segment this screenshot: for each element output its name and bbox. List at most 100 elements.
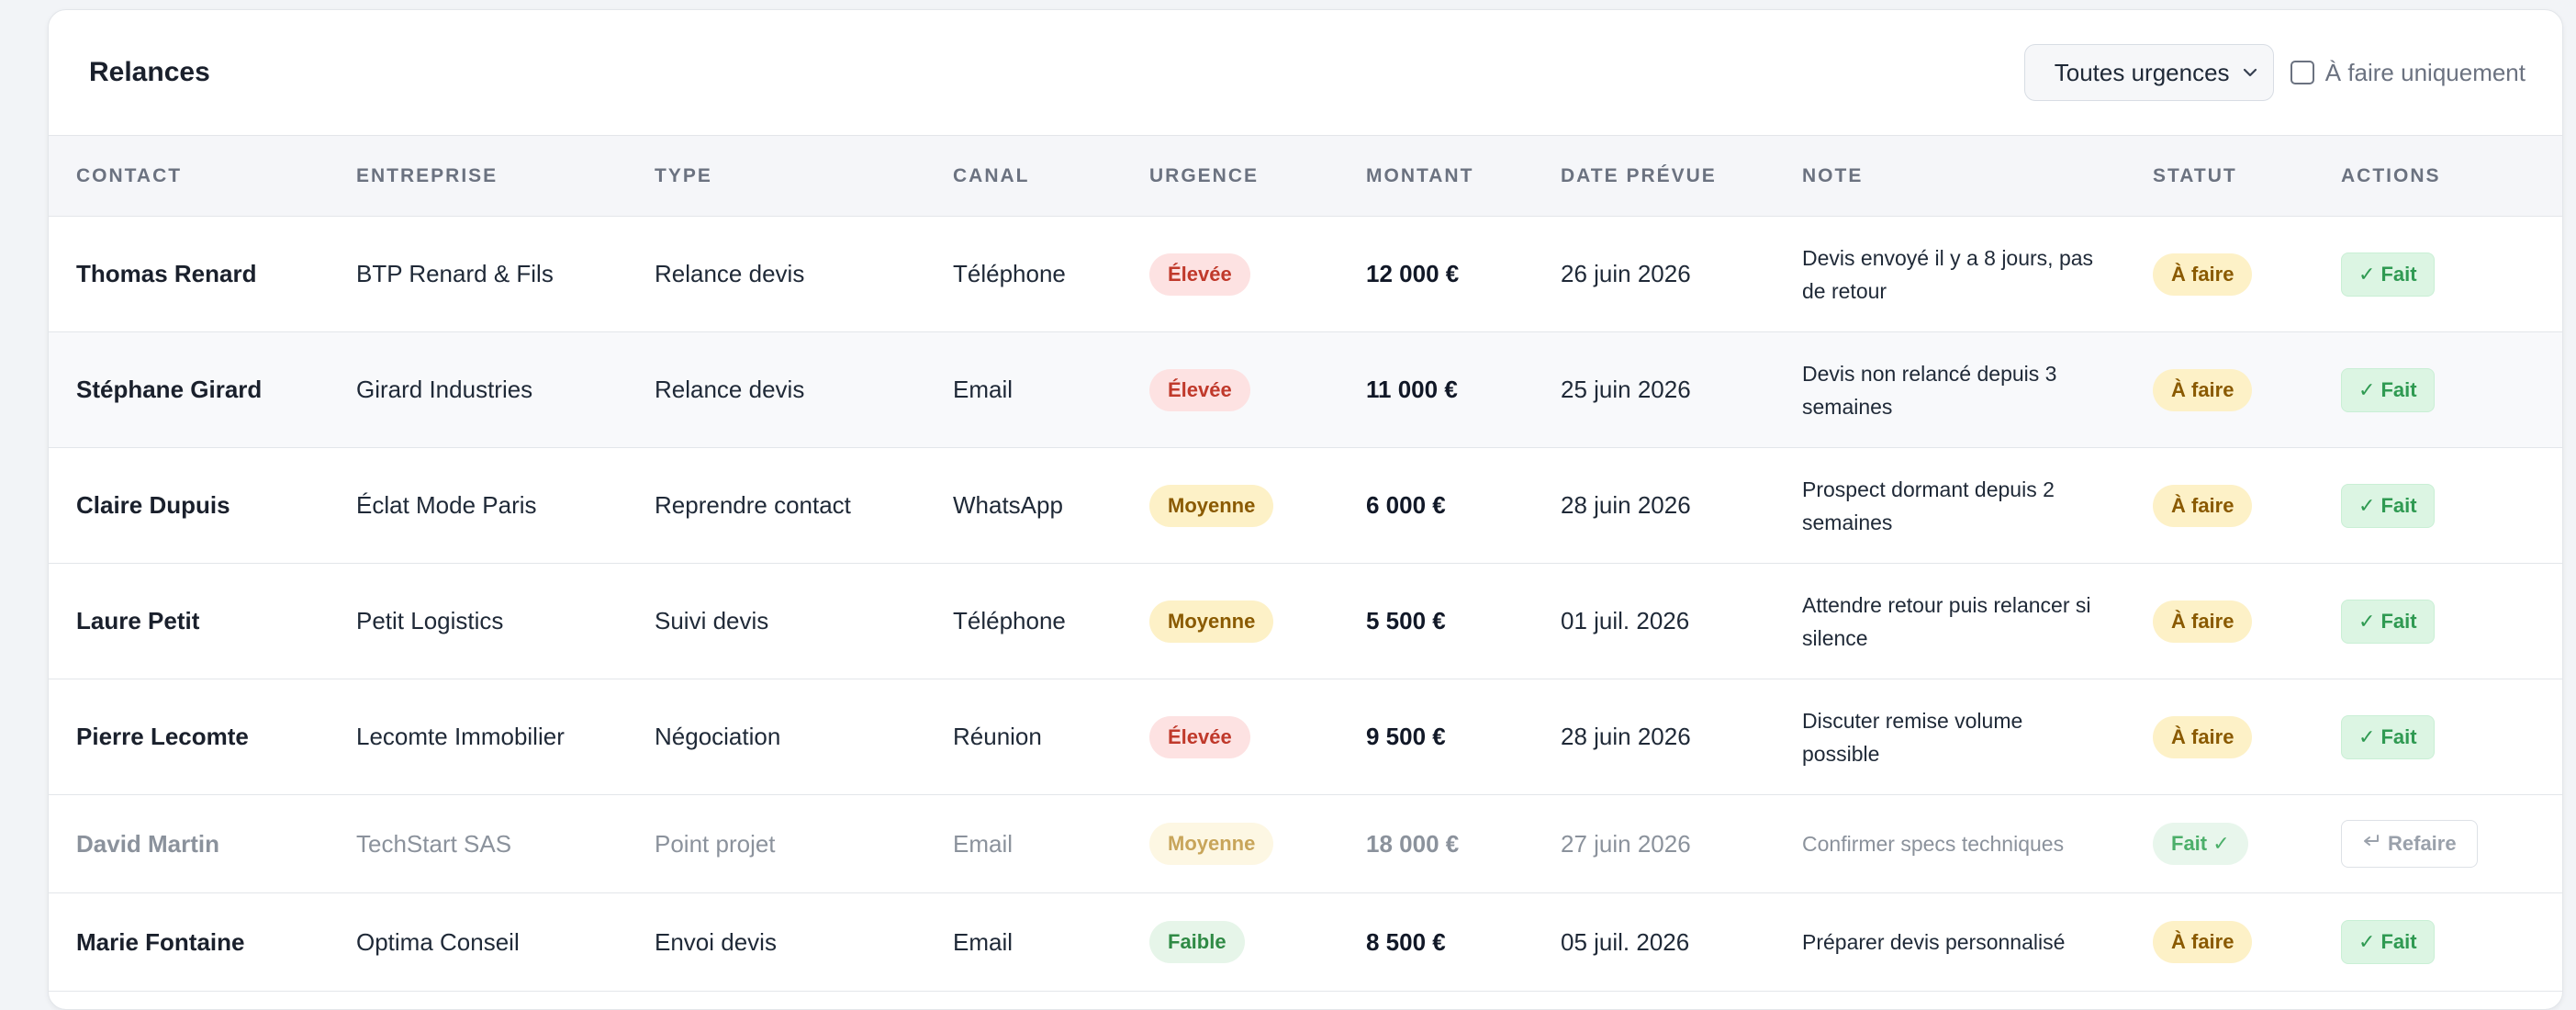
relances-table: Contact Entreprise Type Canal Urgence Mo… [49, 135, 2562, 992]
note: Discuter remise volume possible [1802, 708, 2023, 766]
contact-name: David Martin [76, 829, 220, 858]
col-type[interactable]: Type [627, 136, 925, 217]
company-name: Optima Conseil [356, 927, 520, 956]
check-icon: ✓ [2358, 493, 2376, 517]
company-name: Lecomte Immobilier [356, 723, 565, 750]
note: Attendre retour puis relancer si silence [1802, 592, 2091, 650]
relances-card: Relances Toutes urgences À faire uniquem… [48, 9, 2563, 1010]
contact-name: Stéphane Girard [76, 376, 263, 403]
urgency-badge: Moyenne [1149, 823, 1274, 865]
followup-type: Suivi devis [655, 607, 769, 634]
mark-done-label: Fait [2380, 930, 2417, 953]
company-name: TechStart SAS [356, 829, 512, 858]
urgency-badge: Faible [1149, 921, 1245, 963]
followup-type: Envoi devis [655, 927, 777, 956]
followup-type: Reprendre contact [655, 491, 851, 519]
table-row: Stéphane Girard Girard Industries Relanc… [49, 331, 2562, 448]
col-channel[interactable]: Canal [925, 136, 1122, 217]
redo-arrow-icon [2362, 832, 2380, 856]
company-name: BTP Renard & Fils [356, 260, 554, 287]
mark-done-button[interactable]: ✓ Fait [2341, 483, 2435, 528]
urgency-badge: Élevée [1149, 715, 1250, 758]
due-date: 28 juin 2026 [1561, 491, 1691, 519]
urgency-select[interactable]: Toutes urgences [2023, 44, 2274, 101]
status-badge: À faire [2153, 484, 2253, 527]
due-date: 27 juin 2026 [1561, 829, 1691, 858]
check-icon: ✓ [2358, 930, 2376, 953]
note: Prospect dormant depuis 2 semaines [1802, 477, 2055, 534]
col-date[interactable]: Date prévue [1533, 136, 1775, 217]
card-header: Relances Toutes urgences À faire uniquem… [49, 10, 2562, 135]
due-date: 25 juin 2026 [1561, 376, 1691, 403]
status-badge: À faire [2153, 715, 2253, 758]
contact-name: Laure Petit [76, 607, 200, 634]
channel: WhatsApp [953, 491, 1063, 519]
contact-name: Thomas Renard [76, 260, 257, 287]
todo-only-filter[interactable]: À faire uniquement [2290, 59, 2526, 87]
redo-button[interactable]: Refaire [2341, 820, 2478, 868]
note: Devis envoyé il y a 8 jours, pas de reto… [1802, 245, 2094, 303]
check-icon: ✓ [2358, 724, 2376, 748]
followup-type: Point projet [655, 829, 776, 858]
mark-done-label: Fait [2380, 609, 2417, 633]
page-title: Relances [89, 57, 210, 87]
table-row: Thomas Renard BTP Renard & Fils Relance … [49, 217, 2562, 332]
status-badge: À faire [2153, 921, 2253, 963]
channel: Téléphone [953, 607, 1066, 634]
table-row: Claire Dupuis Éclat Mode Paris Reprendre… [49, 448, 2562, 564]
amount: 6 000 € [1366, 491, 1446, 519]
status-badge: À faire [2153, 368, 2253, 411]
col-contact[interactable]: Contact [49, 136, 329, 217]
status-badge: À faire [2153, 252, 2253, 296]
mark-done-button[interactable]: ✓ Fait [2341, 367, 2435, 412]
filters: Toutes urgences À faire uniquement [2023, 44, 2526, 101]
todo-only-label: À faire uniquement [2324, 58, 2526, 86]
channel: Email [953, 376, 1014, 403]
contact-name: Pierre Lecomte [76, 723, 249, 750]
col-company[interactable]: Entreprise [329, 136, 627, 217]
urgency-badge: Moyenne [1149, 600, 1274, 643]
mark-done-button[interactable]: ✓ Fait [2341, 599, 2435, 644]
followup-type: Relance devis [655, 376, 805, 403]
contact-name: Claire Dupuis [76, 491, 230, 519]
amount: 11 000 € [1366, 376, 1458, 403]
col-urgency[interactable]: Urgence [1122, 136, 1338, 217]
todo-only-checkbox[interactable] [2290, 61, 2314, 84]
mark-done-label: Fait [2380, 724, 2417, 748]
company-name: Éclat Mode Paris [356, 491, 537, 519]
mark-done-label: Fait [2380, 262, 2417, 286]
amount: 12 000 € [1366, 260, 1460, 287]
followup-type: Négociation [655, 723, 781, 750]
table-header-row: Contact Entreprise Type Canal Urgence Mo… [49, 135, 2562, 217]
due-date: 28 juin 2026 [1561, 723, 1691, 750]
company-name: Petit Logistics [356, 607, 504, 634]
amount: 5 500 € [1366, 607, 1446, 634]
urgency-badge: Moyenne [1149, 484, 1274, 527]
col-status[interactable]: Statut [2125, 136, 2313, 217]
contact-name: Marie Fontaine [76, 927, 245, 956]
mark-done-label: Fait [2380, 493, 2417, 517]
channel: Email [953, 927, 1014, 956]
note: Préparer devis personnalisé [1802, 930, 2066, 954]
urgency-badge: Élevée [1149, 368, 1250, 411]
followup-type: Relance devis [655, 260, 805, 287]
table-row: Marie Fontaine Optima Conseil Envoi devi… [49, 893, 2562, 992]
due-date: 01 juil. 2026 [1561, 607, 1690, 634]
mark-done-button[interactable]: ✓ Fait [2341, 252, 2435, 297]
due-date: 05 juil. 2026 [1561, 927, 1690, 956]
col-amount[interactable]: Montant [1338, 136, 1533, 217]
mark-done-button[interactable]: ✓ Fait [2341, 920, 2435, 964]
amount: 9 500 € [1366, 723, 1446, 750]
chevron-down-icon [2240, 62, 2260, 83]
channel: Email [953, 829, 1014, 858]
redo-label: Refaire [2388, 832, 2457, 855]
note: Devis non relancé depuis 3 semaines [1802, 361, 2057, 419]
mark-done-button[interactable]: ✓ Fait [2341, 714, 2435, 759]
check-icon: ✓ [2358, 377, 2376, 401]
note: Confirmer specs techniques [1802, 832, 2065, 856]
urgency-select-value: Toutes urgences [2054, 58, 2230, 86]
due-date: 26 juin 2026 [1561, 260, 1691, 287]
col-note[interactable]: Note [1775, 136, 2125, 217]
channel: Téléphone [953, 260, 1066, 287]
table-row: Laure Petit Petit Logistics Suivi devis … [49, 564, 2562, 679]
